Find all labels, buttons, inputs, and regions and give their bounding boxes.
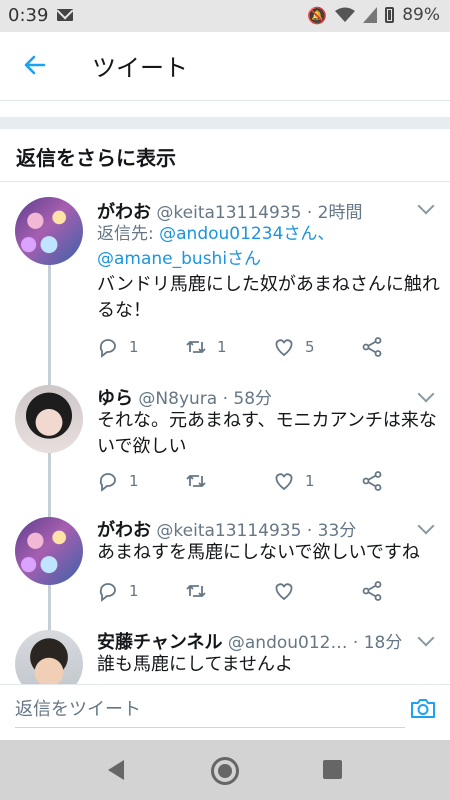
- tweet-time: · 18分: [352, 633, 403, 653]
- retweet-icon: [186, 585, 206, 597]
- tweet-text: バンドリ馬鹿にした奴があまねさんに触れるな！: [97, 274, 440, 321]
- show-more-replies-label: 返信をさらに表示: [16, 146, 176, 170]
- app-header: ツイート: [0, 32, 450, 101]
- reply-icon: [99, 473, 116, 492]
- user-name[interactable]: がわお: [97, 520, 151, 541]
- chevron-down-icon[interactable]: [417, 385, 435, 403]
- like-button[interactable]: 5: [273, 334, 315, 360]
- tweet-time: · 2時間: [306, 203, 363, 223]
- arrow-left-icon[interactable]: [20, 50, 50, 80]
- reply-icon: [99, 339, 116, 358]
- share-icon: [362, 581, 382, 601]
- avatar[interactable]: [15, 197, 83, 265]
- reply-to-prefix: 返信先:: [97, 224, 160, 244]
- share-icon: [362, 471, 382, 491]
- status-icons: 🔕 89%: [307, 5, 440, 25]
- reply-count: 1: [129, 338, 139, 356]
- mail-icon: [57, 9, 73, 21]
- reply-input[interactable]: 返信をツイート: [15, 695, 405, 728]
- mute-icon: 🔕: [307, 5, 328, 25]
- camera-icon[interactable]: [410, 697, 436, 719]
- tweet-header: がわお @keita13114935 · 33分: [97, 516, 356, 542]
- like-count: 5: [305, 338, 315, 356]
- reply-icon: [99, 583, 116, 602]
- chevron-down-icon[interactable]: [417, 517, 435, 535]
- status-time: 0:39: [8, 5, 49, 26]
- nav-back-icon[interactable]: [108, 760, 124, 780]
- system-nav-bar: [0, 740, 450, 800]
- tweet-actions: 1 1: [97, 468, 417, 494]
- battery-icon: [385, 7, 395, 23]
- share-button[interactable]: [361, 334, 383, 360]
- user-name[interactable]: 安藤チャンネル: [97, 632, 222, 653]
- section-separator: [0, 117, 450, 129]
- tweet-text: 誰も馬鹿にしてませんよ: [97, 654, 294, 675]
- retweet-button[interactable]: 1: [185, 334, 227, 360]
- reply-button[interactable]: 1: [97, 334, 139, 360]
- avatar[interactable]: [15, 517, 83, 585]
- tweet-actions: 1: [97, 578, 417, 604]
- user-handle: @keita13114935: [156, 203, 302, 223]
- heart-icon: [275, 339, 293, 357]
- page-title: ツイート: [92, 54, 188, 82]
- tweet-time: · 58分: [222, 389, 273, 409]
- like-button[interactable]: 1: [273, 468, 315, 494]
- heart-icon: [275, 473, 293, 491]
- tweet[interactable]: ゆら @N8yura · 58分 それな。元あまねす、モニカアンチは来ないで欲し…: [0, 372, 450, 502]
- share-icon: [362, 337, 382, 357]
- share-button[interactable]: [361, 578, 383, 604]
- reply-to-link[interactable]: @amane_bushiさん: [97, 249, 261, 269]
- tweet[interactable]: がわお @keita13114935 · 33分 あまねすを馬鹿にしないで欲しい…: [0, 502, 450, 622]
- tweet-text: あまねすを馬鹿にしないで欲しいですね: [97, 542, 420, 563]
- reply-button[interactable]: 1: [97, 468, 139, 494]
- show-more-replies-button[interactable]: 返信をさらに表示: [0, 129, 450, 182]
- user-name[interactable]: ゆら: [97, 388, 133, 409]
- retweet-icon: [186, 475, 206, 487]
- avatar[interactable]: [15, 385, 83, 453]
- chevron-down-icon[interactable]: [417, 197, 435, 215]
- reply-count: 1: [129, 582, 139, 600]
- like-button[interactable]: [273, 578, 305, 604]
- signal-icon: [363, 7, 378, 23]
- tweet-actions: 1 1 5: [97, 334, 417, 360]
- status-bar: 0:39 🔕 89%: [0, 0, 450, 32]
- nav-home-icon[interactable]: [211, 757, 239, 785]
- reply-button[interactable]: 1: [97, 578, 139, 604]
- tweet-text: それな。元あまねす、モニカアンチは来ないで欲しい: [97, 410, 437, 457]
- heart-icon: [275, 583, 293, 601]
- retweet-button[interactable]: [185, 578, 217, 604]
- user-handle: @N8yura: [138, 389, 218, 409]
- retweet-button[interactable]: [185, 468, 217, 494]
- reply-to-link[interactable]: @andou01234さん、: [159, 224, 334, 244]
- tweet-header: 安藤チャンネル @andou012… · 18分: [97, 628, 402, 654]
- retweet-icon: [186, 341, 206, 353]
- tweet-header: がわお @keita13114935 · 2時間: [97, 198, 362, 224]
- tweet-time: · 33分: [306, 521, 357, 541]
- user-handle: @andou012…: [227, 633, 348, 653]
- tweet-header: ゆら @N8yura · 58分: [97, 384, 272, 410]
- share-button[interactable]: [361, 468, 383, 494]
- chevron-down-icon[interactable]: [417, 629, 435, 647]
- reply-count: 1: [129, 472, 139, 490]
- wifi-icon: [335, 7, 356, 22]
- user-handle: @keita13114935: [156, 521, 302, 541]
- nav-recents-icon[interactable]: [323, 760, 342, 779]
- reply-to: 返信先: @andou01234さん、 @amane_bushiさん: [97, 222, 437, 272]
- reply-composer: 返信をツイート: [0, 684, 450, 735]
- avatar[interactable]: [15, 630, 83, 684]
- tweet[interactable]: がわお @keita13114935 · 2時間 返信先: @andou0123…: [0, 182, 450, 372]
- retweet-count: 1: [217, 338, 227, 356]
- tweet[interactable]: 安藤チャンネル @andou012… · 18分 誰も馬鹿にしてませんよ: [0, 622, 450, 684]
- like-count: 1: [305, 472, 315, 490]
- battery-level: 89%: [402, 5, 440, 25]
- user-name[interactable]: がわお: [97, 202, 151, 223]
